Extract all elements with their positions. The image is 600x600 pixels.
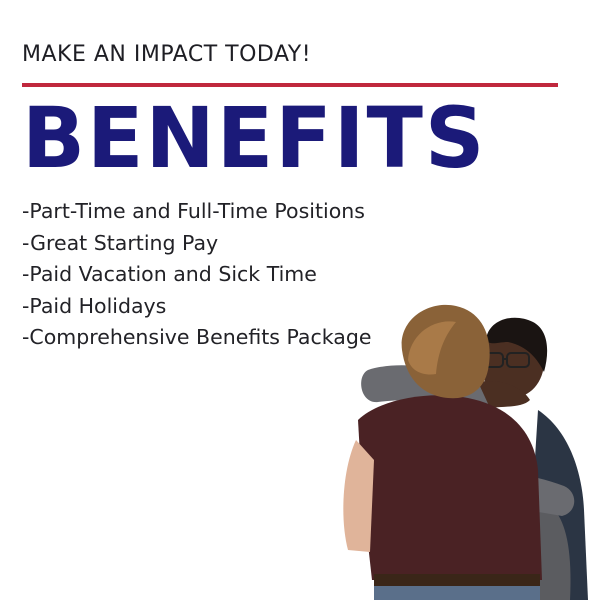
benefit-item: -Great Starting Pay xyxy=(22,230,219,255)
page-title: BENEFITS xyxy=(22,89,487,187)
red-divider xyxy=(22,83,558,87)
benefit-item: -Paid Vacation and Sick Time xyxy=(22,262,317,286)
benefits-list: -Part-Time and Full-Time Positions -Grea… xyxy=(22,196,371,354)
benefit-item: -Comprehensive Benefits Package xyxy=(22,325,372,349)
benefit-item: -Part-Time and Full-Time Positions xyxy=(22,199,365,223)
benefit-item: -Paid Holidays xyxy=(22,293,167,318)
tagline: MAKE AN IMPACT TODAY! xyxy=(22,42,312,67)
hug-photo xyxy=(343,304,588,600)
